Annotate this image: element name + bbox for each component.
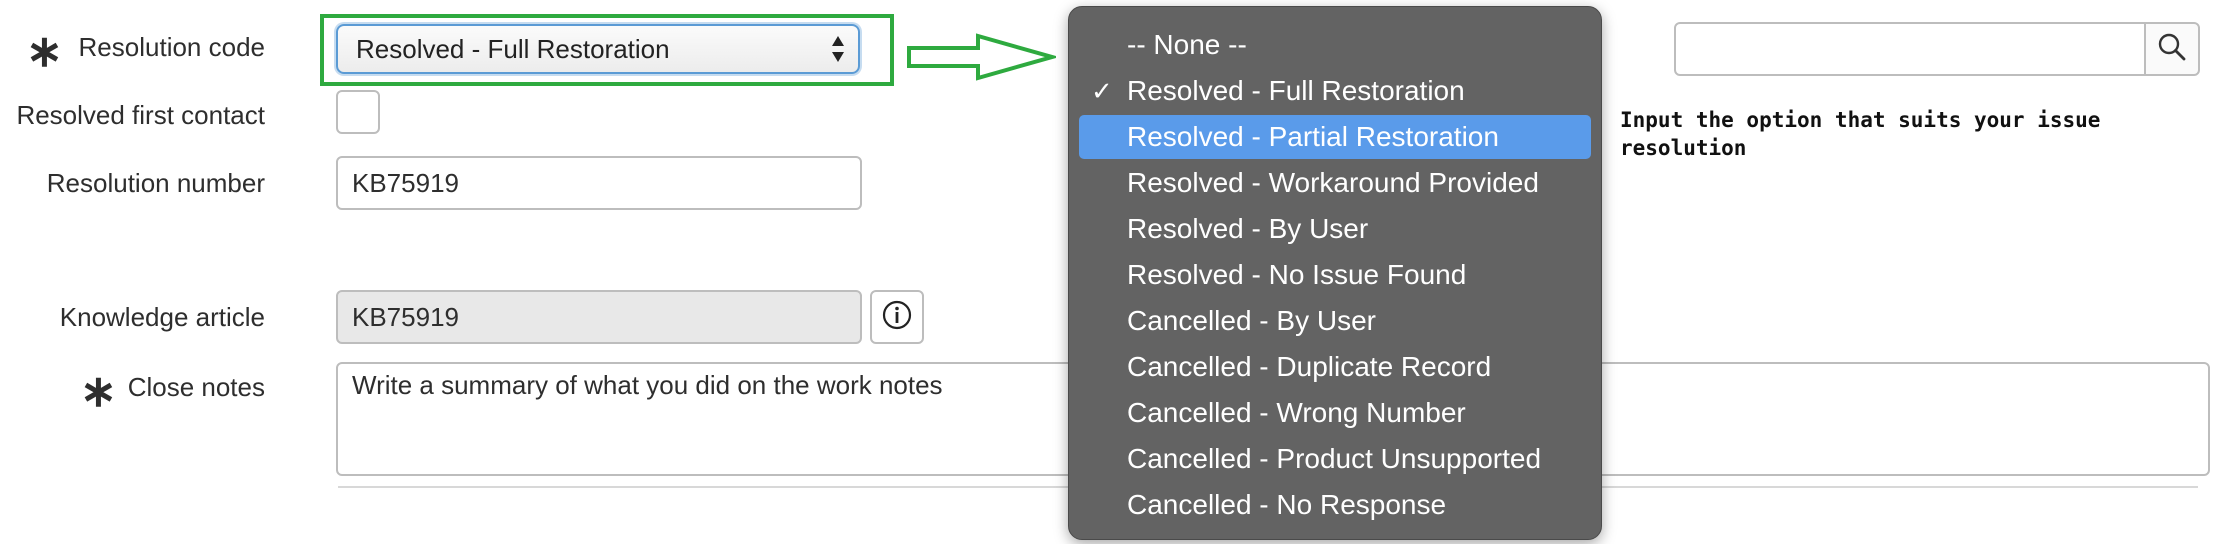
resolution-number-label: Resolution number (46, 168, 265, 198)
resolved-first-contact-checkbox[interactable] (336, 90, 380, 134)
menu-item-label: Resolved - Full Restoration (1127, 75, 1465, 106)
menu-item-cancelled-wrong-number[interactable]: Cancelled - Wrong Number (1079, 391, 1591, 435)
search-icon (2157, 32, 2187, 67)
resolution-code-select[interactable]: Resolved - Full Restoration (336, 24, 860, 74)
menu-item-cancelled-by-user[interactable]: Cancelled - By User (1079, 299, 1591, 343)
menu-item-resolved-no-issue-found[interactable]: Resolved - No Issue Found (1079, 253, 1591, 297)
menu-item-label: Cancelled - Product Unsupported (1127, 443, 1542, 474)
menu-item-label: Resolved - By User (1127, 213, 1369, 244)
menu-item-label: Resolved - Workaround Provided (1127, 167, 1539, 198)
knowledge-article-label: Knowledge article (59, 302, 265, 332)
menu-item-label: Cancelled - No Response (1127, 489, 1447, 520)
close-notes-label: Close notes (127, 372, 265, 402)
menu-item-label: Cancelled - Wrong Number (1127, 397, 1466, 428)
menu-item-label: Cancelled - Duplicate Record (1127, 351, 1492, 382)
menu-item-label: -- None -- (1127, 29, 1247, 60)
checkmark-icon: ✓ (1091, 75, 1113, 106)
menu-item-label: Resolved - Partial Restoration (1127, 121, 1499, 152)
menu-item-label: Resolved - No Issue Found (1127, 259, 1467, 290)
info-icon (881, 299, 913, 336)
arrow-right-icon (906, 32, 1060, 87)
knowledge-article-field: KB75919 (336, 290, 862, 344)
required-marker: ∗ (26, 27, 63, 76)
resolution-code-dropdown-menu: -- None -- ✓ Resolved - Full Restoration… (1068, 6, 1602, 540)
knowledge-article-value: KB75919 (352, 301, 459, 332)
menu-item-none[interactable]: -- None -- (1079, 23, 1591, 67)
info-button[interactable] (870, 290, 924, 344)
resolution-code-label: Resolution code (78, 32, 265, 62)
menu-item-resolved-full-restoration[interactable]: ✓ Resolved - Full Restoration (1079, 69, 1591, 113)
search-input[interactable] (1674, 22, 2146, 76)
menu-item-resolved-partial-restoration[interactable]: Resolved - Partial Restoration (1079, 115, 1591, 159)
annotation-note: Input the option that suits your issue r… (1620, 108, 2101, 160)
resolution-code-selected-value: Resolved - Full Restoration (356, 33, 670, 64)
search-button[interactable] (2144, 22, 2200, 76)
menu-item-resolved-workaround-provided[interactable]: Resolved - Workaround Provided (1079, 161, 1591, 205)
menu-item-cancelled-no-response[interactable]: Cancelled - No Response (1079, 483, 1591, 527)
resolution-number-field[interactable]: KB75919 (336, 156, 862, 210)
required-marker: ∗ (80, 367, 117, 416)
menu-item-cancelled-duplicate-record[interactable]: Cancelled - Duplicate Record (1079, 345, 1591, 389)
menu-item-resolved-by-user[interactable]: Resolved - By User (1079, 207, 1591, 251)
menu-item-label: Cancelled - By User (1127, 305, 1376, 336)
menu-item-cancelled-product-unsupported[interactable]: Cancelled - Product Unsupported (1079, 437, 1591, 481)
close-notes-value: Write a summary of what you did on the w… (352, 370, 943, 400)
resolution-number-value: KB75919 (352, 167, 459, 198)
resolved-first-contact-label: Resolved first contact (16, 100, 265, 130)
select-arrows-icon (830, 34, 846, 71)
